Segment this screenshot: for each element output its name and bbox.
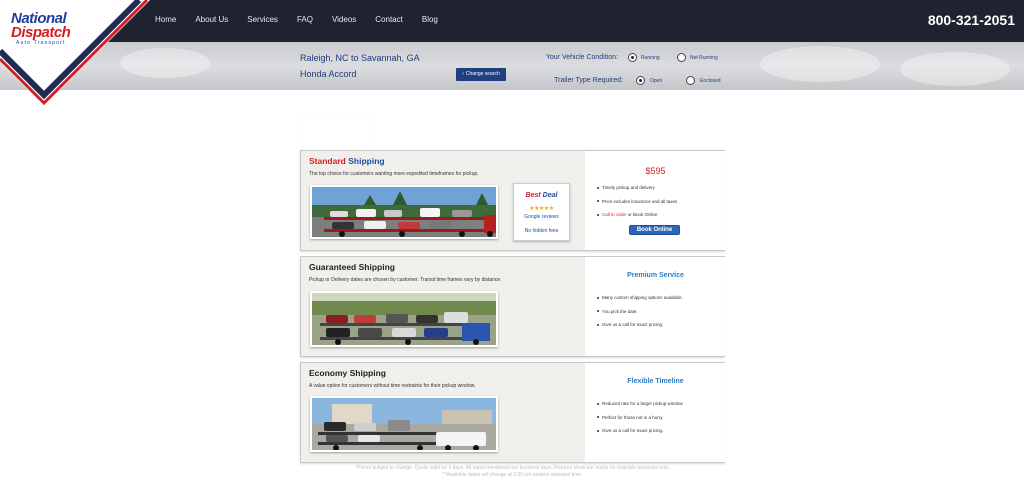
title-standard-word: Standard — [309, 156, 346, 166]
book-online-button[interactable]: Book Online — [629, 225, 680, 235]
car-carrier-photo — [310, 291, 498, 347]
radio-enclosed[interactable] — [686, 76, 695, 85]
nav-blog[interactable]: Blog — [422, 15, 438, 24]
best-deal-title: Best Deal — [514, 192, 569, 199]
card-left-panel: Economy Shipping A value option for cust… — [301, 363, 585, 462]
card-left-panel: Guaranteed Shipping Pickup or Delivery d… — [301, 257, 585, 356]
nav-services[interactable]: Services — [247, 15, 278, 24]
list-item: Many custom shipping options available. — [597, 295, 683, 300]
phone-number[interactable]: 800-321-2051 — [928, 12, 1015, 28]
radio-open[interactable] — [636, 76, 645, 85]
star-rating-icon: ★★★★★ — [529, 206, 554, 212]
guaranteed-shipping-card: Guaranteed Shipping Pickup or Delivery d… — [300, 256, 726, 357]
deal-word: Deal — [542, 192, 558, 199]
car-carrier-photo — [310, 185, 498, 239]
logo-wordmark-dispatch: Dispatch — [11, 24, 71, 41]
economy-shipping-card: Economy Shipping A value option for cust… — [300, 362, 726, 463]
best-deal-badge[interactable]: Best Deal ★★★★★ Google reviews No hidden… — [513, 183, 570, 241]
top-navigation-bar — [0, 0, 1024, 42]
background-swirl — [900, 52, 1010, 86]
main-nav: Home About Us Services FAQ Videos Contac… — [155, 15, 457, 24]
card-description: Pickup or Delivery dates are chosen by c… — [309, 277, 502, 283]
change-search-label: Change search — [465, 71, 500, 77]
list-item: Perfect for those not in a hurry. — [597, 415, 684, 420]
list-item: You pick the date. — [597, 309, 683, 314]
vehicle-condition-label: Your Vehicle Condition: — [545, 54, 618, 61]
nav-videos[interactable]: Videos — [332, 15, 356, 24]
no-hidden-fees-text: No hidden fees — [524, 228, 559, 234]
nav-contact[interactable]: Contact — [375, 15, 403, 24]
card-title: Standard Shipping — [309, 156, 385, 166]
standard-shipping-card: Standard Shipping The top choice for cus… — [300, 150, 726, 251]
pricing-footnote: *Prices subject to change. Quote valid f… — [355, 465, 670, 471]
service-heading: Flexible Timeline — [627, 378, 684, 385]
google-reviews-text: Google reviews — [524, 214, 559, 220]
card-title: Guaranteed Shipping — [309, 262, 395, 272]
radio-not-running[interactable] — [677, 53, 686, 62]
brand-logo[interactable]: National Dispatch Auto Transport — [0, 0, 150, 110]
feature-list: Many custom shipping options available. … — [597, 295, 683, 336]
dates-footnote: **Available dates will change at 2:00 pm… — [442, 472, 583, 478]
service-heading: Premium Service — [627, 272, 684, 279]
logo-tagline: Auto Transport — [16, 40, 66, 46]
book-online-suffix: or Book Online — [626, 212, 658, 217]
title-shipping-word: Shipping — [348, 156, 385, 166]
radio-not-running-label: Not Running — [690, 55, 718, 61]
nav-faq[interactable]: FAQ — [297, 15, 313, 24]
list-item: Timely pickup and delivery — [597, 185, 677, 190]
car-carrier-photo — [310, 396, 498, 452]
card-right-panel: Premium Service Many custom shipping opt… — [585, 257, 726, 356]
card-description: The top choice for customers wanting mor… — [309, 171, 479, 177]
blank-panel — [298, 113, 372, 146]
list-item: Price includes insurance and all taxes — [597, 199, 677, 204]
trailer-type-label: Trailer Type Required: — [554, 77, 623, 84]
nav-about-us[interactable]: About Us — [195, 15, 228, 24]
best-word: Best — [525, 192, 541, 199]
call-to-order-link[interactable]: Call to order — [602, 212, 627, 217]
radio-running-label: Running — [641, 55, 660, 61]
chevron-right-icon: › — [462, 71, 464, 77]
vehicle-text: Honda Accord — [300, 69, 357, 79]
feature-list: Timely pickup and delivery Price include… — [597, 185, 677, 226]
feature-list: Reduced rate for a larger pickup window.… — [597, 401, 684, 442]
radio-enclosed-label: Enclosed — [700, 78, 721, 84]
list-item: Give us a call for exact pricing. — [597, 322, 683, 327]
radio-open-label: Open — [650, 78, 663, 84]
price: $595 — [645, 166, 666, 176]
card-right-panel: $595 Timely pickup and delivery Price in… — [585, 151, 726, 250]
change-search-button[interactable]: › Change search — [456, 68, 506, 81]
card-description: A value option for customers without tim… — [309, 383, 476, 389]
radio-running[interactable] — [628, 53, 637, 62]
nav-home[interactable]: Home — [155, 15, 176, 24]
route-text: Raleigh, NC to Savannah, GA — [300, 53, 420, 63]
list-item: Call to order or Book Online — [597, 212, 677, 217]
card-title: Economy Shipping — [309, 368, 386, 378]
card-left-panel: Standard Shipping The top choice for cus… — [301, 151, 585, 250]
background-swirl — [760, 46, 880, 82]
list-item: Give us a call for exact pricing. — [597, 428, 684, 433]
card-right-panel: Flexible Timeline Reduced rate for a lar… — [585, 363, 726, 462]
quote-summary-bar — [0, 42, 1024, 90]
list-item: Reduced rate for a larger pickup window. — [597, 401, 684, 406]
